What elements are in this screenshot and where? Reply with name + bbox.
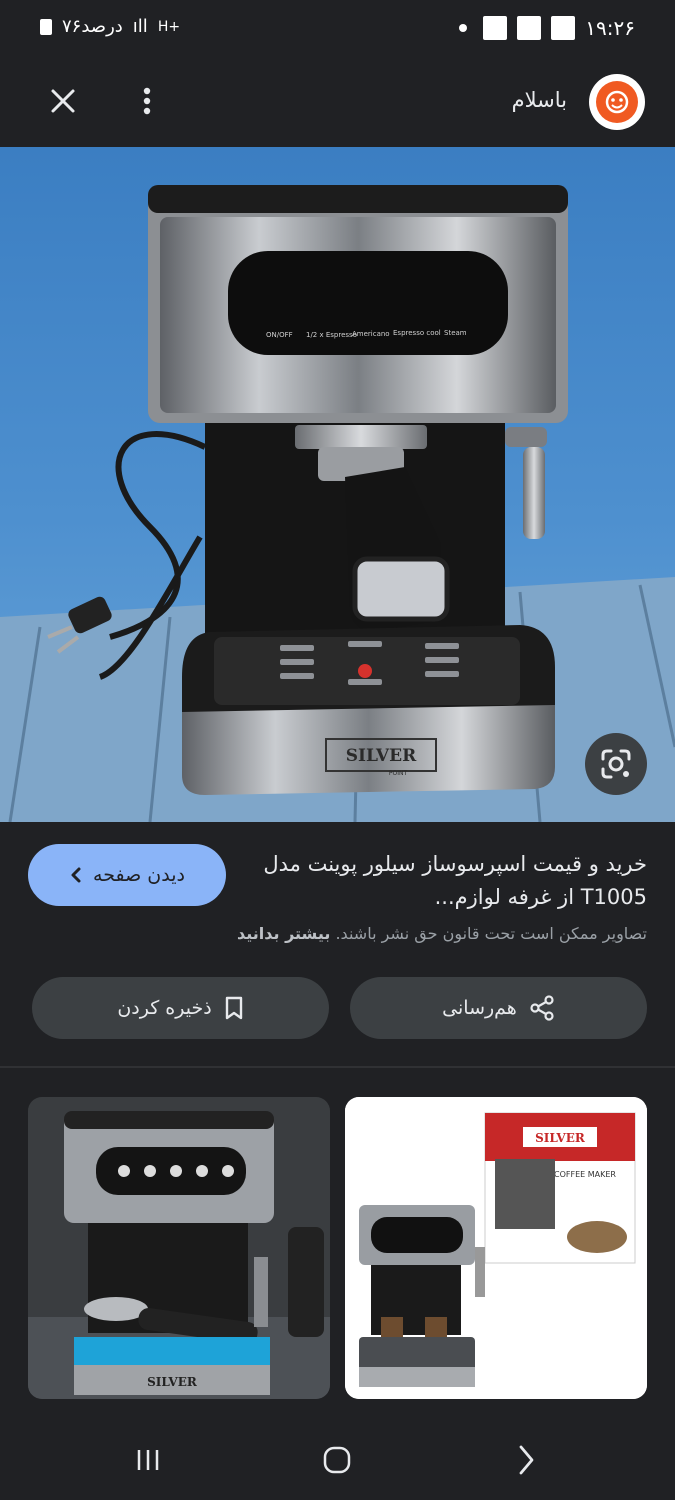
status-bar: ۷۶درصد ıll H+ ۱۹:۲۶ bbox=[0, 0, 675, 60]
panel-label: Steam bbox=[444, 329, 467, 337]
basalam-logo-icon bbox=[596, 81, 638, 123]
visit-page-button[interactable]: دیدن صفحه bbox=[28, 844, 226, 906]
site-name[interactable]: باسلام bbox=[512, 88, 567, 112]
brand-label: SILVER bbox=[346, 746, 417, 766]
close-icon bbox=[51, 89, 75, 113]
close-button[interactable] bbox=[42, 80, 84, 122]
chevron-right-icon bbox=[519, 1445, 534, 1475]
share-button[interactable]: هم‌رسانی bbox=[350, 977, 647, 1039]
recent-apps-icon bbox=[137, 1450, 159, 1470]
panel-label: Americano bbox=[352, 330, 390, 338]
save-button[interactable]: ذخیره کردن bbox=[32, 977, 329, 1039]
more-options-button[interactable] bbox=[126, 80, 168, 122]
notice-text: تصاویر ممکن است تحت قانون حق نشر باشند. bbox=[335, 924, 647, 943]
signal-icon: ıll bbox=[132, 16, 148, 37]
panel-label: ON/OFF bbox=[266, 331, 293, 339]
result-title[interactable]: خرید و قیمت اسپرسوساز سیلور پوینت مدل T1… bbox=[247, 848, 647, 914]
save-label: ذخیره کردن bbox=[117, 997, 212, 1019]
notification-icon bbox=[551, 16, 576, 40]
site-logo[interactable] bbox=[589, 74, 645, 130]
panel-label: 1/2 x Espresso bbox=[306, 331, 357, 339]
espresso-machine-illustration: ON/OFF 1/2 x Espresso Americano Espresso… bbox=[0, 185, 675, 822]
google-lens-button[interactable] bbox=[585, 733, 647, 795]
google-lens-icon bbox=[601, 749, 631, 779]
notification-icon bbox=[517, 16, 542, 40]
battery-level: ۷۶درصد bbox=[62, 16, 123, 37]
home-icon bbox=[323, 1446, 351, 1474]
status-time: ۱۹:۲۶ bbox=[585, 16, 635, 40]
viewer-header: باسلام bbox=[0, 60, 675, 146]
related-product-with-box: SILVER COFFEE MAKER bbox=[345, 1097, 647, 1399]
status-right: ۱۹:۲۶ bbox=[459, 16, 635, 40]
chevron-left-icon bbox=[71, 867, 81, 883]
status-left: ۷۶درصد ıll H+ bbox=[40, 16, 180, 37]
panel-label: Espresso cool bbox=[393, 329, 441, 337]
related-box-text: COFFEE MAKER bbox=[554, 1170, 616, 1179]
related-espresso-photo: SILVER bbox=[28, 1097, 330, 1399]
back-button[interactable] bbox=[504, 1438, 548, 1482]
recent-apps-button[interactable] bbox=[126, 1438, 170, 1482]
bookmark-icon bbox=[225, 996, 242, 1020]
share-icon bbox=[530, 995, 554, 1021]
brand-sub-label: POINT bbox=[389, 770, 408, 777]
learn-more-link[interactable]: بیشتر بدانید bbox=[237, 924, 330, 943]
divider bbox=[0, 1066, 675, 1068]
visit-page-label: دیدن صفحه bbox=[93, 864, 185, 886]
related-box-brand: SILVER bbox=[535, 1131, 586, 1145]
main-product-image[interactable]: ON/OFF 1/2 x Espresso Americano Espresso… bbox=[0, 147, 675, 822]
related-image[interactable]: SILVER COFFEE MAKER bbox=[345, 1097, 647, 1399]
notification-icon bbox=[483, 16, 508, 40]
home-button[interactable] bbox=[315, 1438, 359, 1482]
copyright-notice: تصاویر ممکن است تحت قانون حق نشر باشند. … bbox=[237, 924, 647, 943]
notification-dot bbox=[459, 24, 468, 32]
data-icon: H+ bbox=[157, 18, 181, 35]
system-nav-bar bbox=[0, 1420, 675, 1500]
more-vert-icon bbox=[143, 87, 151, 115]
related-brand-label: SILVER bbox=[147, 1375, 198, 1389]
related-image[interactable]: SILVER bbox=[28, 1097, 330, 1399]
battery-icon bbox=[40, 18, 52, 35]
share-label: هم‌رسانی bbox=[442, 997, 517, 1019]
